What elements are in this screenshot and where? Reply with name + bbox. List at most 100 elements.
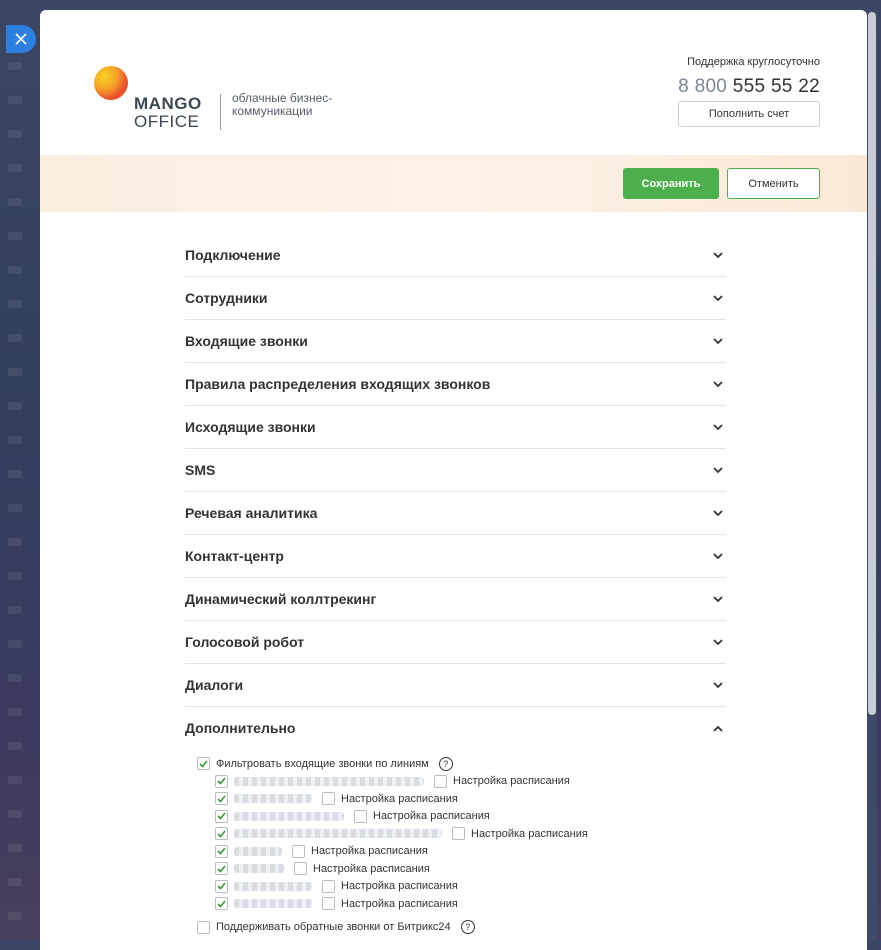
accordion-section[interactable]: Динамический коллтрекинг — [185, 578, 726, 621]
cancel-button[interactable]: Отменить — [727, 168, 820, 199]
line-row: Настройка расписания — [215, 843, 757, 861]
section-label: Голосовой робот — [185, 634, 305, 650]
accordion-section[interactable]: Контакт-центр — [185, 535, 726, 578]
chevron-down-icon[interactable] — [712, 636, 724, 648]
filter-lines-checkbox[interactable] — [197, 757, 210, 771]
backdrop-row — [8, 640, 22, 648]
line-checkbox[interactable] — [215, 862, 228, 876]
accordion-section[interactable]: Правила распределения входящих звонков — [185, 363, 726, 406]
help-icon[interactable]: ? — [460, 920, 475, 935]
mango-office-logo: MANGO OFFICE облачные бизнес-коммуникаци… — [94, 64, 334, 131]
backdrop-row — [8, 470, 22, 478]
backdrop-row — [8, 232, 22, 240]
line-row: Настройка расписания — [215, 860, 757, 878]
backdrop-row — [8, 844, 22, 852]
logo-divider — [220, 94, 221, 130]
schedule-checkbox[interactable] — [452, 827, 465, 841]
schedule-label: Настройка расписания — [453, 775, 570, 788]
line-name-redacted — [234, 794, 312, 804]
schedule-checkbox[interactable] — [434, 774, 447, 788]
line-checkbox[interactable] — [215, 792, 228, 806]
settings-modal: MANGO OFFICE облачные бизнес-коммуникаци… — [40, 10, 867, 950]
option-filter-lines: Фильтровать входящие звонки по линиям? — [197, 755, 757, 773]
option-bitrix-callbacks: Поддерживать обратные звонки от Битрикс2… — [197, 919, 757, 937]
line-checkbox[interactable] — [215, 774, 228, 788]
line-checkbox[interactable] — [215, 897, 228, 911]
chevron-down-icon[interactable] — [712, 378, 724, 390]
accordion-section[interactable]: Диалоги — [185, 664, 726, 707]
line-name-redacted — [234, 829, 442, 839]
accordion-section[interactable]: Сотрудники — [185, 277, 726, 320]
line-checkbox[interactable] — [215, 809, 228, 823]
backdrop-row — [8, 742, 22, 750]
schedule-label: Настройка расписания — [471, 827, 588, 840]
accordion-section[interactable]: Речевая аналитика — [185, 492, 726, 535]
schedule-checkbox[interactable] — [294, 862, 307, 876]
section-label: SMS — [185, 462, 216, 478]
chevron-down-icon[interactable] — [712, 679, 724, 691]
chevron-down-icon[interactable] — [712, 421, 724, 433]
chevron-down-icon[interactable] — [712, 507, 724, 519]
schedule-checkbox[interactable] — [322, 879, 335, 893]
accordion-section[interactable]: SMS — [185, 449, 726, 492]
line-name-redacted — [234, 899, 312, 909]
save-button[interactable]: Сохранить — [623, 168, 719, 199]
line-row: Настройка расписания — [215, 878, 757, 896]
chevron-down-icon[interactable] — [712, 292, 724, 304]
section-label: Правила распределения входящих звонков — [185, 376, 491, 392]
accordion-section[interactable]: Исходящие звонки — [185, 406, 726, 449]
logo-mark-icon — [94, 66, 128, 100]
schedule-checkbox[interactable] — [322, 792, 335, 806]
schedule-label: Настройка расписания — [341, 792, 458, 805]
section-label: Исходящие звонки — [185, 419, 316, 435]
bitrix-callbacks-checkbox[interactable] — [197, 920, 210, 934]
phone-prefix: 8 800 — [678, 76, 728, 97]
support-block: Поддержка круглосуточно 8 800 555 55 22 — [678, 56, 820, 98]
schedule-label: Настройка расписания — [313, 862, 430, 875]
topup-button[interactable]: Пополнить счет — [678, 101, 820, 127]
schedule-checkbox[interactable] — [292, 844, 305, 858]
chevron-down-icon[interactable] — [712, 335, 724, 347]
close-icon[interactable] — [6, 25, 36, 53]
schedule-checkbox[interactable] — [322, 897, 335, 911]
line-name-redacted — [234, 846, 282, 856]
backdrop-row — [8, 266, 22, 274]
chevron-down-icon[interactable] — [712, 550, 724, 562]
accordion-section[interactable]: Голосовой робот — [185, 621, 726, 664]
schedule-checkbox[interactable] — [354, 809, 367, 823]
line-row: Настройка расписания — [215, 773, 757, 791]
backdrop-row — [8, 606, 22, 614]
chevron-up-icon[interactable] — [712, 722, 724, 734]
line-checkbox[interactable] — [215, 879, 228, 893]
backdrop-row — [8, 538, 22, 546]
chevron-down-icon[interactable] — [712, 249, 724, 261]
line-name-redacted — [234, 776, 424, 786]
backdrop-row — [8, 572, 22, 580]
line-checkbox[interactable] — [215, 844, 228, 858]
accordion-section[interactable]: Дополнительно — [185, 707, 726, 749]
help-icon[interactable]: ? — [438, 756, 453, 771]
settings-sections: Подключение Сотрудники Входящие звонки Прав… — [185, 234, 726, 749]
backdrop-row — [8, 776, 22, 784]
support-label: Поддержка круглосуточно — [687, 56, 820, 68]
section-label: Сотрудники — [185, 290, 268, 306]
line-checkbox[interactable] — [215, 827, 228, 841]
accordion-section[interactable]: Подключение — [185, 234, 726, 277]
backdrop-row — [8, 504, 22, 512]
scrollbar-thumb[interactable] — [868, 12, 876, 715]
support-phone: 8 800 555 55 22 — [678, 76, 820, 98]
backdrop-row — [8, 96, 22, 104]
backdrop-row — [8, 198, 22, 206]
chevron-down-icon[interactable] — [712, 593, 724, 605]
backdrop-row — [8, 878, 22, 886]
backdrop-row — [8, 164, 22, 172]
backdrop-row — [8, 130, 22, 138]
logo-name-line1: MANGO — [134, 94, 202, 113]
line-name-redacted — [234, 881, 312, 891]
backdrop-row — [8, 810, 22, 818]
line-row: Настройка расписания — [215, 790, 757, 808]
chevron-down-icon[interactable] — [712, 464, 724, 476]
accordion-section[interactable]: Входящие звонки — [185, 320, 726, 363]
backdrop-row — [8, 436, 22, 444]
section-label: Подключение — [185, 247, 281, 263]
